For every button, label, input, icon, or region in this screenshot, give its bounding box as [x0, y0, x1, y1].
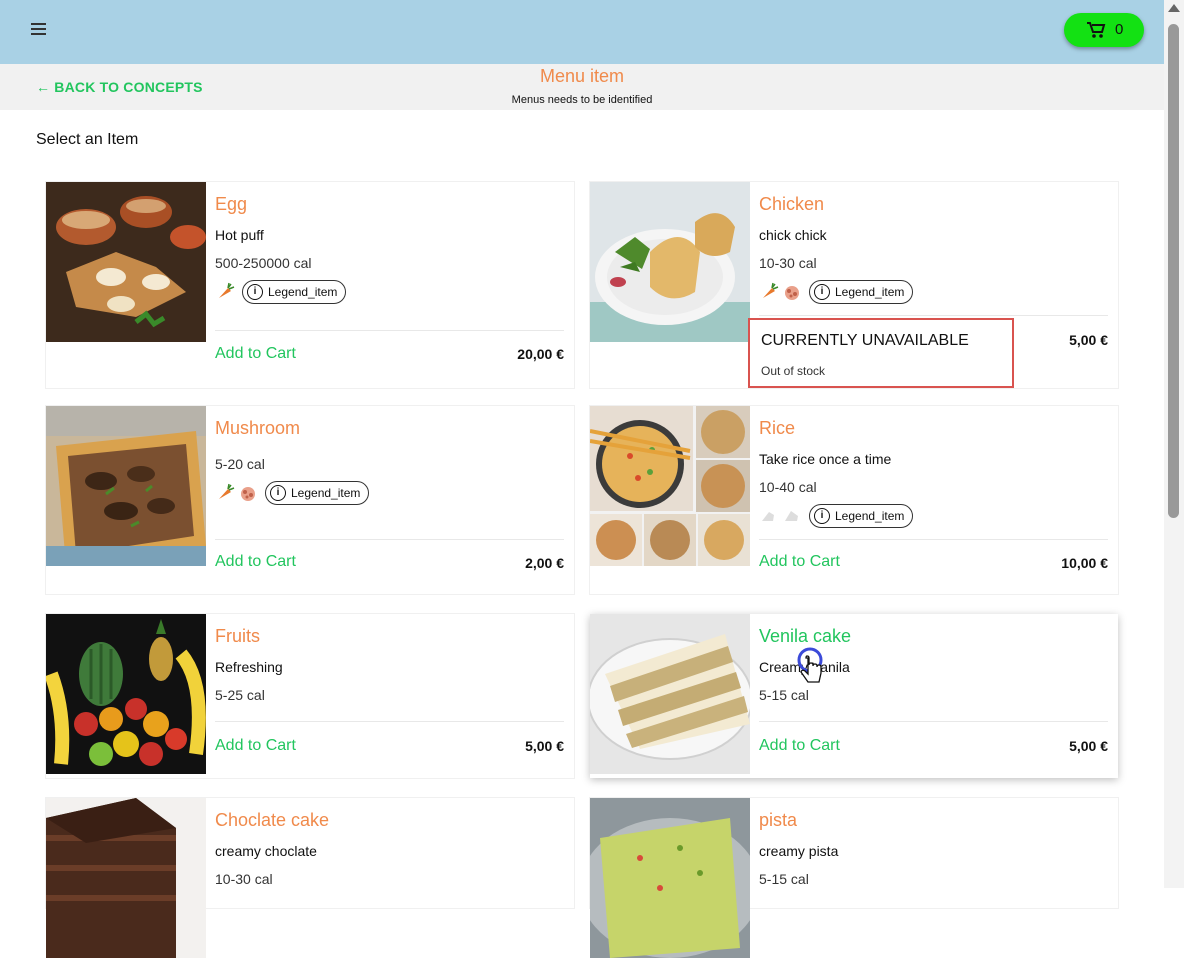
- page-title: Menu item: [539, 66, 625, 86]
- legend-item-button[interactable]: i Legend_item: [242, 280, 347, 304]
- item-calories: 10-40 cal: [759, 479, 817, 495]
- item-price: 5,00 €: [525, 738, 564, 754]
- choclate-cake-image: [46, 798, 206, 958]
- info-icon: i: [247, 284, 263, 300]
- add-to-cart-button[interactable]: Add to Cart: [215, 737, 296, 755]
- nut-icon: [785, 286, 799, 300]
- item-description: creamy choclate: [215, 843, 317, 859]
- add-to-cart-button[interactable]: Add to Cart: [215, 345, 296, 363]
- info-icon: i: [814, 508, 830, 524]
- info-icon: i: [270, 485, 286, 501]
- add-to-cart-button[interactable]: Add to Cart: [215, 553, 296, 571]
- info-icon: i: [814, 284, 830, 300]
- legend-item-button[interactable]: i Legend_item: [265, 481, 370, 505]
- item-description: Refreshing: [215, 659, 283, 675]
- divider: [759, 721, 1108, 722]
- fruits-image: [46, 614, 206, 774]
- chicken-image: [590, 182, 750, 342]
- item-name: pista: [759, 810, 798, 830]
- divider: [759, 539, 1108, 540]
- item-price: 5,00 €: [1069, 332, 1108, 348]
- menu-item-card-egg[interactable]: Egg Hot puff 500-250000 cal i Legend_item…: [46, 182, 574, 388]
- mushroom-image: [46, 406, 206, 566]
- allergen-icons: i Legend_item: [215, 280, 347, 304]
- carrot-icon: [219, 483, 235, 499]
- item-description: Take rice once a time: [759, 451, 892, 467]
- cart-button[interactable]: 0: [1064, 13, 1144, 47]
- item-calories: 5-15 cal: [759, 871, 809, 887]
- allergen-icons: i Legend_item: [759, 504, 914, 528]
- item-name: Rice: [759, 418, 796, 438]
- nut-icon: [241, 487, 255, 501]
- menu-item-card-venila-cake[interactable]: Venila cake Creamy Vanila 5-15 cal Add t…: [590, 614, 1118, 778]
- unavailable-status: CURRENTLY UNAVAILABLE: [761, 332, 969, 349]
- item-calories: 500-250000 cal: [215, 255, 312, 271]
- add-to-cart-button[interactable]: Add to Cart: [759, 737, 840, 755]
- carrot-icon: [763, 282, 779, 298]
- item-name: Chicken: [759, 194, 825, 214]
- allergen-icons: i Legend_item: [215, 481, 370, 505]
- hamburger-menu-icon[interactable]: [28, 19, 50, 39]
- allergen-disabled-icon: [762, 512, 774, 521]
- item-name: Fruits: [215, 626, 260, 646]
- menu-item-card-choclate-cake[interactable]: Choclate cake creamy choclate 10-30 cal: [46, 798, 574, 958]
- item-description: Hot puff: [215, 227, 264, 243]
- shopping-cart-icon: [1087, 22, 1106, 38]
- pista-image: [590, 798, 750, 958]
- item-name: Egg: [215, 194, 248, 214]
- carrot-icon: [219, 282, 235, 298]
- menu-item-card-rice[interactable]: Rice Take rice once a time 10-40 cal i Le…: [590, 406, 1118, 594]
- legend-item-button[interactable]: i Legend_item: [809, 504, 914, 528]
- divider: [215, 539, 564, 540]
- item-price: 2,00 €: [525, 555, 564, 571]
- item-calories: 5-25 cal: [215, 687, 265, 703]
- section-title: Select an Item: [36, 131, 139, 148]
- item-price: 5,00 €: [1069, 738, 1108, 754]
- item-calories: 10-30 cal: [215, 871, 273, 887]
- item-name: Venila cake: [759, 626, 852, 646]
- menu-item-card-fruits[interactable]: Fruits Refreshing 5-25 cal Add to Cart 5…: [46, 614, 574, 778]
- page-subtitle: Menus needs to be identified: [511, 94, 653, 106]
- unavailable-notice: CURRENTLY UNAVAILABLE Out of stock: [748, 318, 1014, 388]
- item-name: Mushroom: [215, 418, 301, 438]
- item-calories: 10-30 cal: [759, 255, 817, 271]
- allergen-disabled-icon: [785, 511, 798, 521]
- hand-cursor-icon: [797, 647, 823, 683]
- divider: [215, 721, 564, 722]
- menu-item-card-mushroom[interactable]: Mushroom 5-20 cal i Legend_item Add to Ca…: [46, 406, 574, 594]
- allergen-icons: i Legend_item: [759, 280, 914, 304]
- item-name: Choclate cake: [215, 810, 330, 830]
- venila-cake-image: [590, 614, 750, 774]
- item-description: creamy pista: [759, 843, 839, 859]
- egg-image: [46, 182, 206, 342]
- scroll-up-arrow-icon[interactable]: [1168, 4, 1180, 12]
- top-app-bar: [0, 0, 1164, 64]
- divider: [215, 330, 564, 331]
- cart-count-badge: 0: [1115, 21, 1124, 38]
- menu-item-card-pista[interactable]: pista creamy pista 5-15 cal: [590, 798, 1118, 958]
- legend-item-button[interactable]: i Legend_item: [809, 280, 914, 304]
- item-price: 20,00 €: [517, 346, 564, 362]
- stock-status: Out of stock: [761, 364, 826, 378]
- add-to-cart-button[interactable]: Add to Cart: [759, 553, 840, 571]
- scrollbar-thumb[interactable]: [1168, 24, 1179, 518]
- item-calories: 5-20 cal: [215, 456, 265, 472]
- item-price: 10,00 €: [1061, 555, 1108, 571]
- rice-image: [590, 406, 750, 566]
- item-description: chick chick: [759, 227, 827, 243]
- divider: [759, 315, 1108, 316]
